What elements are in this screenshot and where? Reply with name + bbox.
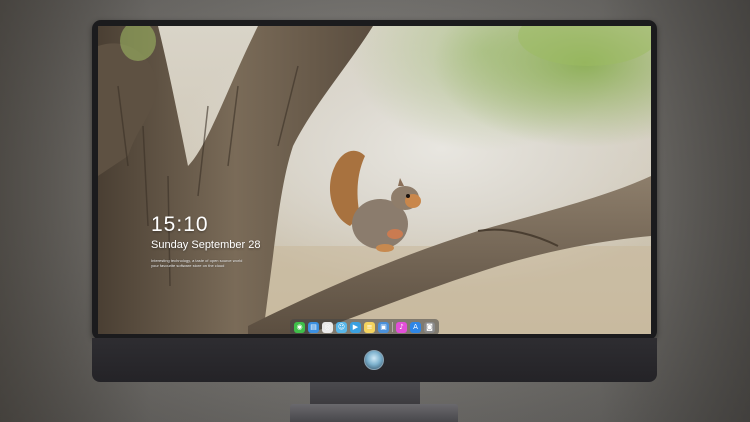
brand-logo-icon [364, 350, 384, 370]
video-icon[interactable]: ▶ [350, 321, 361, 333]
chat-icon[interactable]: ◉ [294, 321, 305, 333]
app-store-icon[interactable]: A [410, 321, 421, 333]
lock-time: 15:10 [151, 213, 209, 236]
camera-icon[interactable]: ◙ [424, 321, 435, 333]
lock-note-line2: your favourite software store on the clo… [151, 263, 225, 268]
dock-separator [392, 322, 393, 332]
photos-icon[interactable]: ▣ [378, 321, 389, 333]
lock-date: Sunday September 28 [151, 239, 261, 251]
browser-icon[interactable]: ◎ [322, 321, 333, 333]
monitor-stand-base [290, 404, 458, 422]
music-icon[interactable]: ♪ [396, 321, 407, 333]
folder-icon[interactable]: ▤ [308, 321, 319, 333]
wallpaper [98, 26, 651, 334]
lock-note: Interesting technology, a taste of open … [151, 258, 261, 268]
finder-icon[interactable]: ☺ [336, 321, 347, 333]
monitor-bezel: 15:10 Sunday September 28 Interesting te… [92, 20, 657, 340]
dock: ◉ ▤ ◎ ☺ ▶ ≡ ▣ ♪ A ◙ [290, 319, 439, 334]
monitor: 15:10 Sunday September 28 Interesting te… [92, 20, 657, 382]
lock-screen[interactable]: 15:10 Sunday September 28 Interesting te… [98, 26, 651, 334]
squirrel [330, 150, 421, 252]
notes-icon[interactable]: ≡ [364, 321, 375, 333]
